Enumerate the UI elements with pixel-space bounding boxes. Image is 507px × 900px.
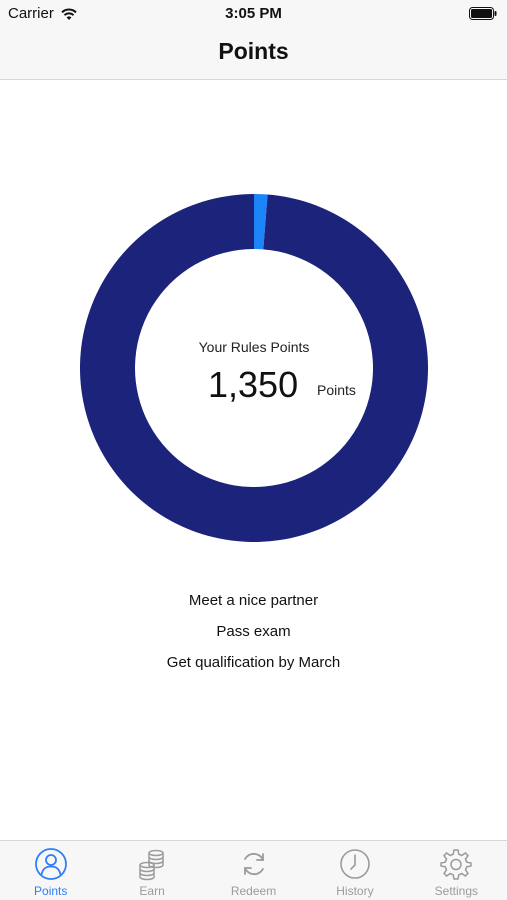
page-title: Points <box>218 38 289 64</box>
tab-label: Redeem <box>230 884 277 898</box>
navigation-bar: Points <box>0 28 507 80</box>
tab-label: History <box>336 884 374 898</box>
coins-icon <box>139 849 164 881</box>
tab-redeem[interactable]: Redeem <box>203 841 304 900</box>
tab-label: Settings <box>434 884 478 898</box>
status-bar: Carrier 3:05 PM <box>0 0 507 28</box>
status-time: 3:05 PM <box>225 5 282 22</box>
goals-list: Meet a nice partner Pass exam Get qualif… <box>0 590 507 683</box>
goal-item: Pass exam <box>216 623 291 640</box>
points-caption: Your Rules Points <box>198 339 310 355</box>
points-unit: Points <box>317 382 356 398</box>
clock-icon <box>340 849 370 879</box>
goal-item: Get qualification by March <box>166 654 341 671</box>
person-icon <box>34 848 67 880</box>
tab-earn[interactable]: Earn <box>101 841 202 900</box>
goal-item: Meet a nice partner <box>188 592 319 609</box>
tab-history[interactable]: History <box>304 841 405 900</box>
tab-points[interactable]: Points <box>0 841 101 900</box>
gear-icon <box>440 849 473 880</box>
points-summary: Your Rules Points 1,350 Points <box>80 194 428 542</box>
tab-label: Points <box>34 884 68 898</box>
tab-bar: Points Earn Redeem History Settings <box>0 840 507 900</box>
tab-settings[interactable]: Settings <box>406 841 507 900</box>
battery-icon <box>469 7 497 20</box>
points-value-row: 1,350 Points <box>80 364 428 408</box>
points-value: 1,350 <box>208 364 299 405</box>
refresh-icon <box>243 852 264 876</box>
tab-label: Earn <box>139 884 165 898</box>
